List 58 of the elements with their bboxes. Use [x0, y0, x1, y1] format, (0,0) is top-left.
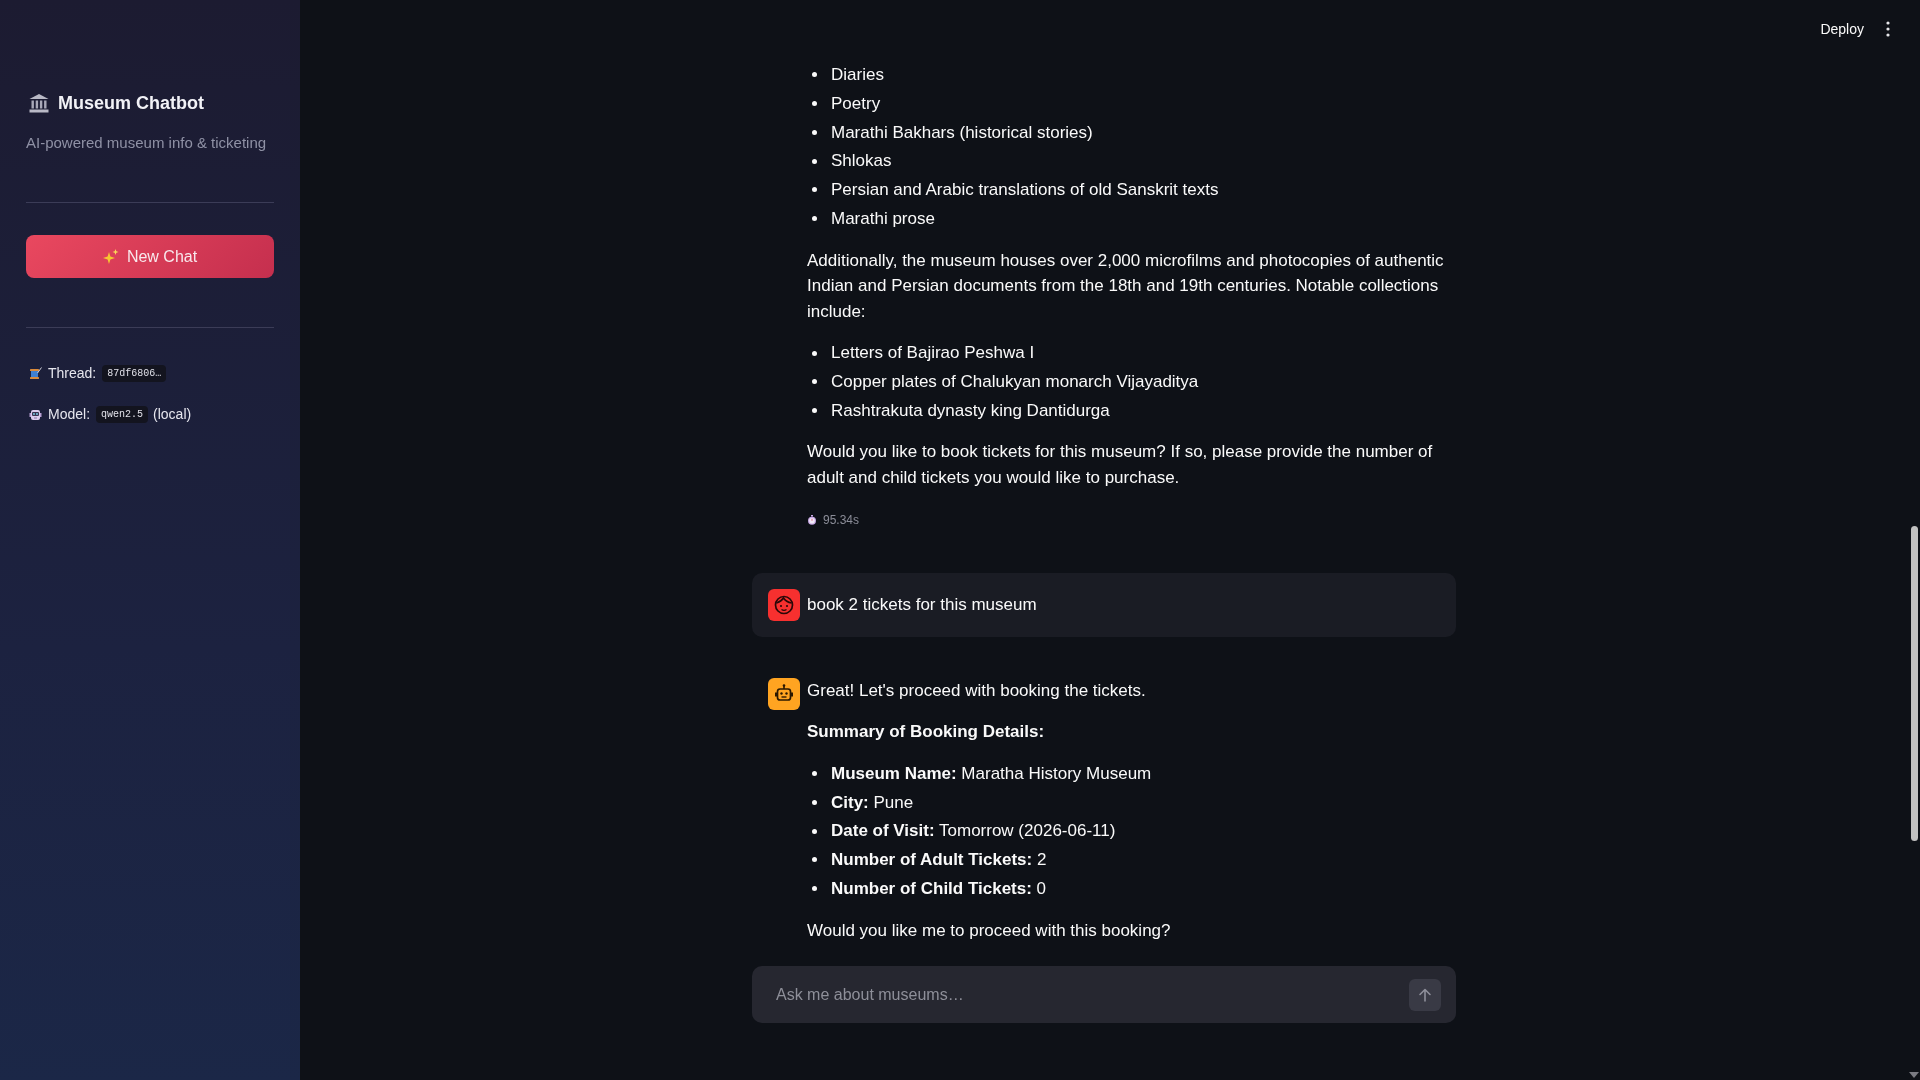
- bullet-icon: [812, 857, 817, 863]
- arrow-up-icon: [1418, 987, 1432, 1002]
- stopwatch-icon: [807, 514, 817, 525]
- list-item: Marathi Bakhars (historical stories): [831, 121, 1093, 144]
- bullet-icon: [812, 350, 817, 356]
- message-text: Great! Let's proceed with booking the tickets.: [807, 679, 1147, 702]
- info-label: Model:: [48, 406, 91, 422]
- bullet-icon: [812, 129, 817, 135]
- info-label: Thread:: [48, 365, 97, 381]
- chat-input-box[interactable]: Ask me about museums…: [752, 966, 1456, 1023]
- bullet-icon: [812, 101, 817, 107]
- app-subtitle: AI-powered museum info & ticketing: [26, 133, 268, 153]
- message-text: Additionally, the museum houses over 2,000 microfilms and photocopies of authentic Indian and Persian documents from the 18th and 19th centuries. Notable collections include:: [807, 249, 1445, 323]
- robot-icon: [29, 407, 42, 421]
- list-item: Persian and Arabic translations of old Sanskrit texts: [831, 179, 1219, 202]
- bullet-icon: [812, 187, 817, 193]
- list-item: Museum Name: Maratha History Museum: [831, 762, 1152, 785]
- new-chat-button[interactable]: New Chat: [26, 235, 274, 278]
- robot-icon: [768, 677, 800, 710]
- info-value: 87df6806…: [102, 364, 167, 382]
- message-text: Would you like to book tickets for this museum? If so, please provide the number of adult and child tickets you would like to purchase.: [807, 441, 1434, 490]
- info-value: qwen2.5: [96, 405, 149, 423]
- bullet-icon: [812, 799, 817, 805]
- bullet-icon: [812, 379, 817, 385]
- user-message-text: book 2 tickets for this museum: [807, 593, 1038, 616]
- message-heading: Summary of Booking Details:: [807, 721, 1046, 744]
- bullet-icon: [812, 886, 817, 892]
- deploy-button[interactable]: Deploy: [1818, 17, 1866, 41]
- message-text: Would you like me to proceed with this booking?: [807, 919, 1172, 942]
- bullet-icon: [812, 828, 817, 834]
- list-item: Copper plates of Chalukyan monarch Vijayaditya: [831, 371, 1199, 394]
- sparkles-icon: [102, 248, 119, 265]
- bullet-icon: [812, 72, 817, 78]
- list-item: Poetry: [831, 92, 881, 115]
- list-item: Rashtrakuta dynasty king Dantidurga: [831, 399, 1110, 422]
- scroll-down-icon[interactable]: [1909, 1072, 1919, 1078]
- face-icon: [768, 588, 800, 621]
- thread-spool-icon: [29, 366, 42, 380]
- list-item: Marathi prose: [831, 207, 935, 230]
- menu-icon[interactable]: [1886, 21, 1890, 37]
- scrollbar-thumb[interactable]: [1910, 526, 1918, 841]
- info-suffix: (local): [153, 406, 192, 422]
- list-item: Date of Visit: Tomorrow (2026-06-11): [831, 820, 1116, 843]
- bullet-icon: [812, 408, 817, 414]
- list-item: Number of Adult Tickets: 2: [831, 849, 1047, 872]
- list-item: City: Pune: [831, 791, 914, 814]
- app-title: Museum Chatbot: [58, 92, 204, 114]
- classical-building-icon: [29, 93, 49, 113]
- list-item: Number of Child Tickets: 0: [831, 877, 1047, 900]
- list-item: Letters of Bajirao Peshwa I: [831, 342, 1035, 365]
- list-item: Shlokas: [831, 150, 892, 173]
- bullet-icon: [812, 216, 817, 222]
- bullet-icon: [812, 771, 817, 777]
- elapsed-time: 95.34s: [823, 511, 860, 529]
- list-item: Diaries: [831, 64, 884, 86]
- chat-input-field[interactable]: Ask me about museums…: [776, 985, 1397, 1004]
- send-button[interactable]: [1409, 978, 1441, 1011]
- bullet-icon: [812, 158, 817, 164]
